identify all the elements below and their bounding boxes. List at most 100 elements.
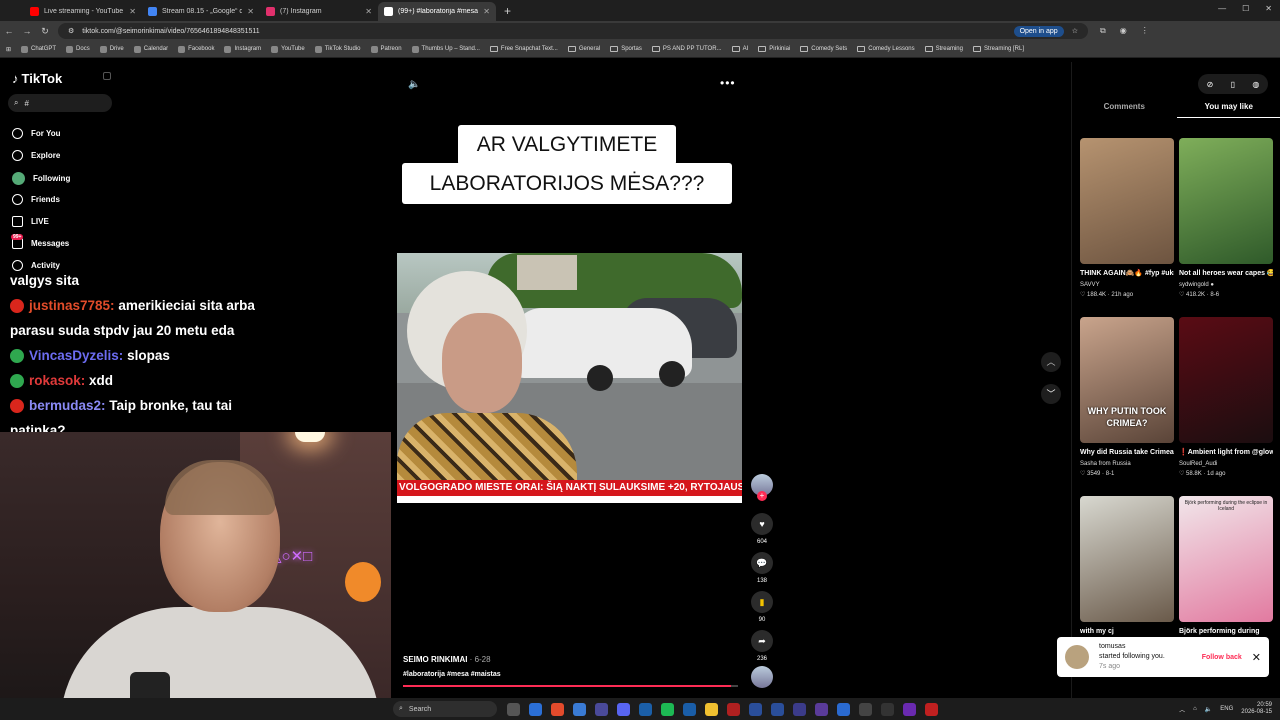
bookmark-item[interactable]: Sportas (610, 46, 642, 52)
tab-close-icon[interactable]: ✕ (483, 7, 490, 16)
sound-avatar[interactable] (751, 666, 773, 688)
back-icon[interactable]: ← (0, 26, 18, 36)
taskbar-app-icon[interactable] (573, 702, 586, 716)
bookmark-star-icon[interactable]: ☆ (1072, 27, 1078, 35)
profile-avatar-icon[interactable]: ◍ (1252, 80, 1259, 89)
taskbar-app-icon[interactable] (727, 702, 740, 716)
close-window-icon[interactable]: ✕ (1265, 4, 1272, 13)
volume-icon[interactable]: 🔈 (408, 79, 420, 90)
taskbar-app-icon[interactable] (793, 702, 806, 716)
card-author[interactable]: sydwingold ● (1179, 280, 1273, 290)
collapse-sidebar-icon[interactable] (103, 72, 111, 80)
taskbar-app-icon[interactable] (683, 702, 696, 716)
video-progress-bar[interactable] (403, 685, 738, 687)
tab-comments[interactable]: Comments (1072, 102, 1177, 118)
card-author[interactable]: SAVVY (1080, 280, 1174, 290)
new-tab-button[interactable]: + (496, 4, 519, 21)
share-icon[interactable]: ➦ (751, 630, 773, 652)
video-player[interactable]: VOLGOGRADO MIESTE ORAI: ŠIĄ NAKTĮ SULAUK… (397, 253, 742, 503)
bookmark-item[interactable]: Thumbs Up – Stand... (411, 45, 480, 53)
taskbar-app-icon[interactable] (661, 702, 674, 716)
bookmark-item[interactable]: Instagram (224, 45, 261, 53)
recommended-video-card[interactable]: WHY PUTIN TOOK CRIMEA? Why did Russia tak… (1080, 317, 1174, 479)
tab-you-may-like[interactable]: You may like (1176, 102, 1280, 118)
menu-icon[interactable]: ⋮ (1141, 26, 1149, 36)
taskbar-app-icon[interactable] (639, 702, 652, 716)
url-field[interactable]: ⚙ tiktok.com/@seimorinkimai/video/765646… (58, 23, 1088, 39)
nav-item-messages[interactable]: 99+ Messages (11, 234, 69, 249)
notification-user[interactable]: tomusas (1099, 642, 1192, 652)
taskbar-app-icon[interactable] (749, 702, 762, 716)
like-action[interactable]: ♥ 604 (750, 513, 774, 545)
bookmark-item[interactable]: Drive (99, 45, 124, 53)
browser-tab[interactable]: (7) Instagram ✕ (260, 2, 378, 21)
video-thumbnail[interactable]: Björk performing during the eclipse in I… (1179, 496, 1273, 622)
clock[interactable]: 20:59 2026-08-15 (1241, 702, 1272, 716)
video-thumbnail[interactable] (1080, 496, 1174, 622)
taskbar-app-icon[interactable] (925, 702, 938, 716)
browser-tab[interactable]: Live streaming - YouTube Studi ✕ (24, 2, 142, 21)
apps-grid-icon[interactable]: ⊞ (6, 46, 11, 53)
nav-item-for-you[interactable]: For You (12, 128, 60, 139)
phone-icon[interactable]: ▯ (1231, 80, 1235, 89)
bookmark-item[interactable]: Pirkiniai (758, 46, 790, 52)
taskbar-app-icon[interactable] (529, 702, 542, 716)
close-icon[interactable]: ✕ (1252, 651, 1261, 664)
taskbar-app-icon[interactable] (837, 702, 850, 716)
bookmark-item[interactable]: Patreon (370, 45, 402, 53)
extensions-icon[interactable]: ⧉ (1100, 26, 1106, 36)
bookmark-item[interactable]: YouTube (271, 45, 305, 53)
recommended-video-card[interactable]: with my cj (1080, 496, 1174, 638)
bookmark-item[interactable]: Calendar (133, 45, 168, 53)
save-action[interactable]: ▮ 90 (750, 591, 774, 623)
open-in-app-button[interactable]: Open in app (1013, 25, 1064, 37)
bookmark-item[interactable]: ChatGPT (21, 45, 56, 53)
follow-plus-icon[interactable]: + (757, 491, 767, 501)
nav-item-explore[interactable]: Explore (12, 150, 60, 161)
bookmark-item[interactable]: Comedy Sets (800, 46, 847, 52)
volume-tray-icon[interactable]: 🔈 (1205, 706, 1212, 713)
tab-close-icon[interactable]: ✕ (129, 7, 136, 16)
bookmark-item[interactable]: Docs (66, 45, 90, 53)
bookmark-icon[interactable]: ▮ (751, 591, 773, 613)
share-action[interactable]: ➦ 236 (750, 630, 774, 662)
maximize-icon[interactable]: ☐ (1242, 4, 1249, 13)
taskbar-app-icon[interactable] (771, 702, 784, 716)
bookmark-item[interactable]: Streaming (924, 46, 963, 52)
taskbar-search[interactable]: ⌕ Search (393, 701, 497, 717)
browser-tab[interactable]: (99+) #laboratorija #mesa # ✕ (378, 2, 496, 21)
nav-item-live[interactable]: LIVE (12, 216, 49, 227)
recommended-video-card[interactable]: Björk performing during the eclipse in I… (1179, 496, 1273, 638)
comment-action[interactable]: 💬 138 (750, 552, 774, 584)
tab-close-icon[interactable]: ✕ (247, 7, 254, 16)
nav-item-following[interactable]: Following (12, 172, 70, 185)
more-options-icon[interactable]: ••• (720, 76, 736, 90)
taskbar-app-icon[interactable] (551, 702, 564, 716)
card-author[interactable]: Sasha from Russia (1080, 459, 1174, 469)
recommended-video-card[interactable]: THINK AGAIN🙈🔥 #fyp #ukmusic... SAVVY ♡ 188… (1080, 138, 1174, 300)
bookmark-item[interactable]: Facebook (178, 45, 214, 53)
recommended-video-card[interactable]: Not all heroes wear capes 😂 sydwingold ● ♡… (1179, 138, 1273, 300)
taskbar-app-icon[interactable] (903, 702, 916, 716)
video-author[interactable]: SEIMO RINKIMAI · 6-28 (403, 655, 491, 664)
network-icon[interactable]: ⌂ (1193, 706, 1197, 712)
video-thumbnail[interactable] (1179, 317, 1273, 443)
compass-icon[interactable]: ⊘ (1207, 80, 1214, 89)
bookmark-item[interactable]: AI (731, 46, 748, 52)
bookmark-item[interactable]: General (567, 46, 600, 52)
taskbar-app-icon[interactable] (595, 702, 608, 716)
previous-video-button[interactable]: ︿ (1041, 352, 1061, 372)
tiktok-logo[interactable]: ♪ TikTok (12, 71, 62, 86)
bookmark-item[interactable]: Streaming [RL] (972, 46, 1024, 52)
bookmark-item[interactable]: Comedy Lessons (857, 46, 915, 52)
video-hashtags[interactable]: #laboratorija #mesa #maistas (403, 671, 501, 678)
site-info-icon[interactable]: ⚙ (68, 27, 74, 35)
video-thumbnail[interactable] (1179, 138, 1273, 264)
forward-icon[interactable]: → (18, 26, 36, 36)
follow-back-button[interactable]: Follow back (1202, 654, 1242, 661)
heart-icon[interactable]: ♥ (751, 513, 773, 535)
chevron-up-icon[interactable]: ︿ (1179, 705, 1185, 714)
browser-tab[interactable]: Stream 08.15 - „Google“ dokum ✕ (142, 2, 260, 21)
nav-item-friends[interactable]: Friends (12, 194, 60, 205)
reload-icon[interactable]: ↻ (36, 26, 54, 37)
